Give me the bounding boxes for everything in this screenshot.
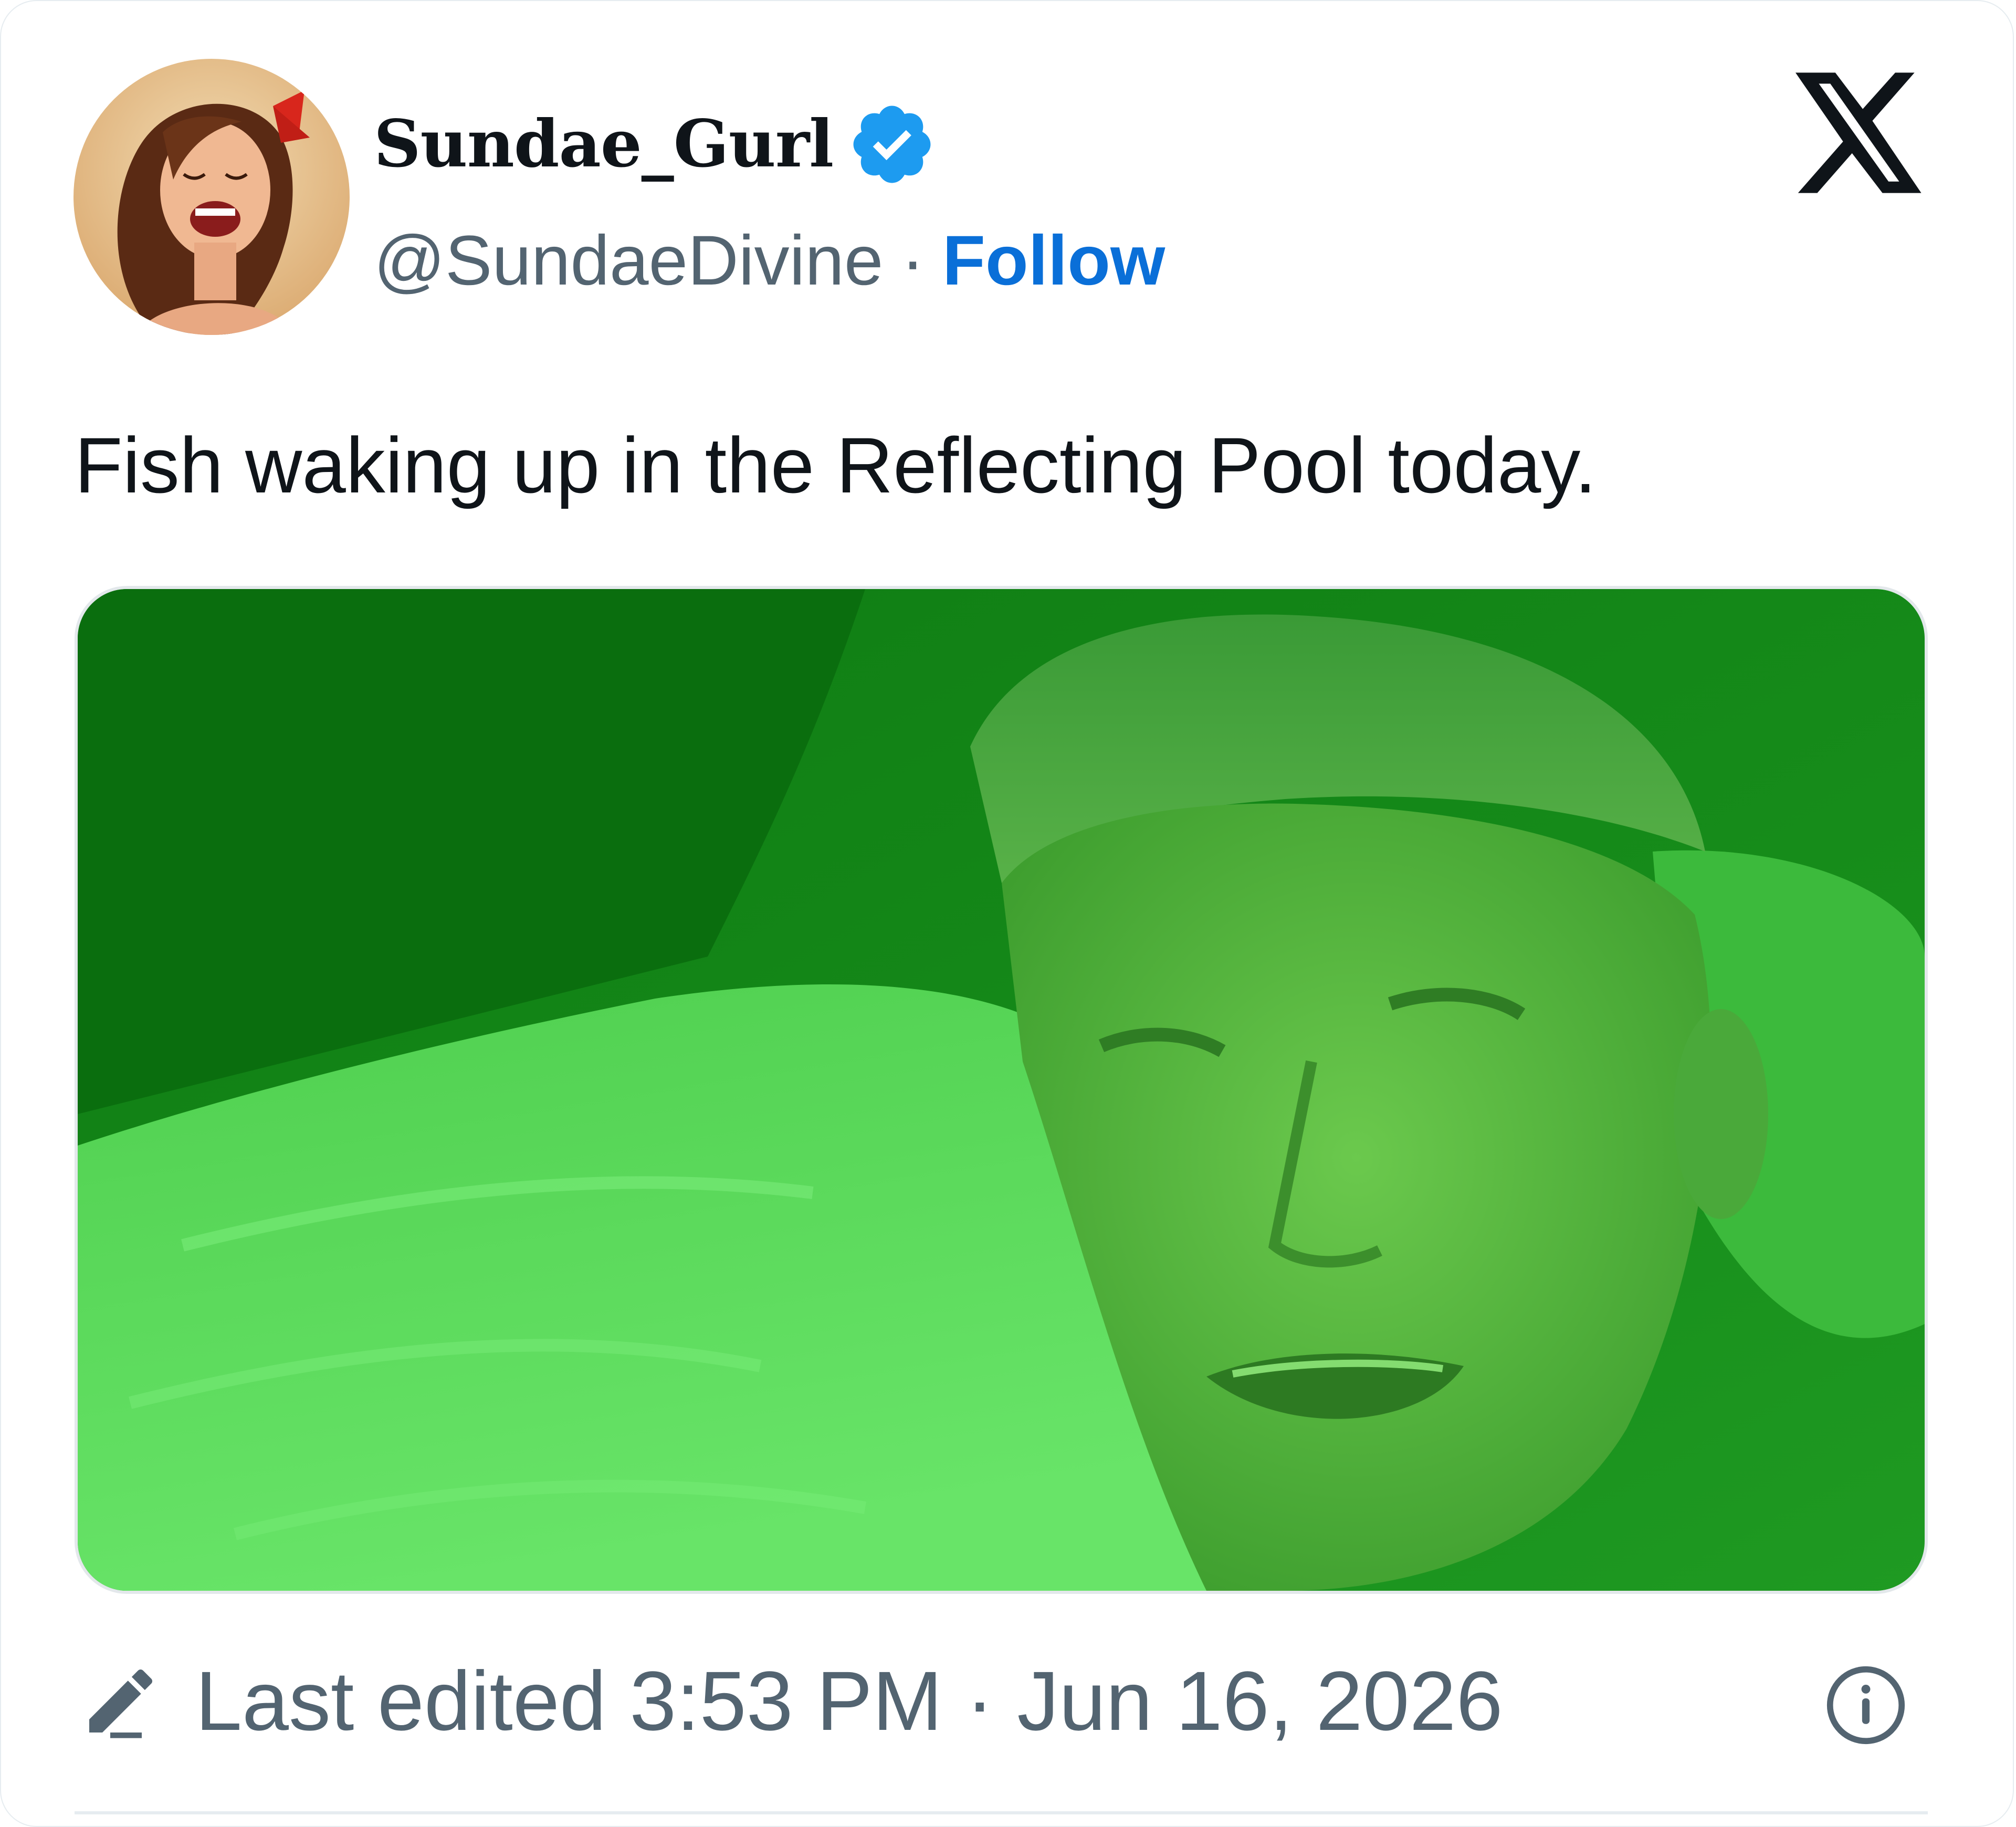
avatar[interactable]: [74, 59, 350, 335]
handle-row: @SundaeDivine · Follow: [374, 216, 1165, 306]
display-name-row: Sundae_Gurl: [374, 100, 937, 189]
x-logo-icon[interactable]: [1796, 72, 1927, 193]
info-icon[interactable]: [1825, 1664, 1907, 1746]
separator: ·: [901, 222, 925, 300]
tweet-text: Fish waking up in the Reflecting Pool to…: [75, 421, 1597, 509]
verified-badge-icon: [853, 106, 931, 183]
bottom-divider: [75, 1811, 1928, 1814]
tweet-media-image[interactable]: [75, 586, 1928, 1594]
handle[interactable]: @SundaeDivine: [374, 226, 883, 296]
last-edited-text[interactable]: Last edited 3:53 PM · Jun 16, 2026: [195, 1659, 1503, 1743]
pencil-icon: [89, 1669, 153, 1738]
display-name[interactable]: Sundae_Gurl: [374, 112, 834, 177]
tweet-card: Sundae_Gurl @SundaeDivine · Follow Fish …: [0, 0, 2016, 1827]
follow-button[interactable]: Follow: [942, 226, 1165, 296]
edit-history-row[interactable]: Last edited 3:53 PM · Jun 16, 2026: [79, 1648, 1503, 1754]
